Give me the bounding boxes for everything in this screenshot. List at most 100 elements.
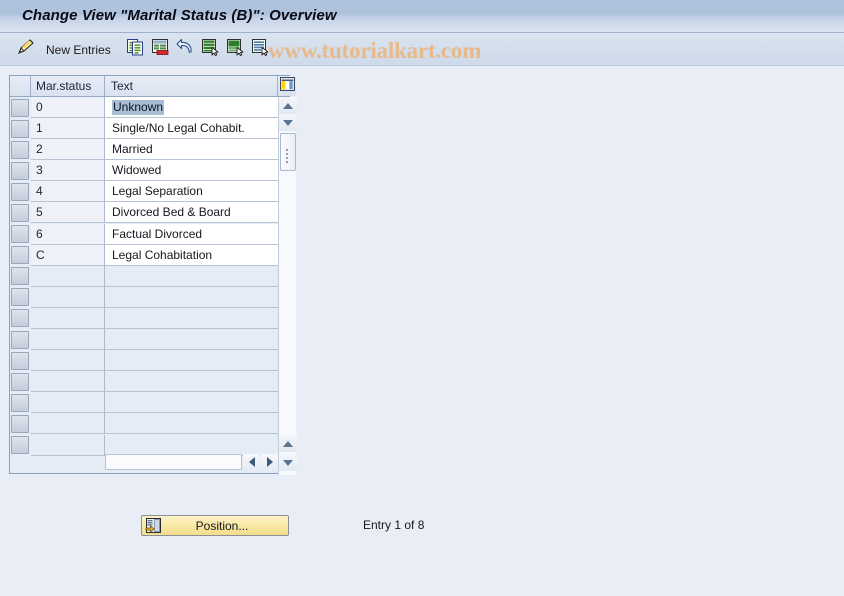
cell-text[interactable]: Legal Separation xyxy=(105,181,278,203)
row-selector-button[interactable] xyxy=(11,436,29,454)
cell-mar-status[interactable]: 6 xyxy=(31,223,105,245)
horizontal-scrollbar[interactable] xyxy=(105,452,278,472)
copy-as-button[interactable] xyxy=(126,33,145,66)
table-row-empty[interactable] xyxy=(10,265,278,287)
scroll-page-up-button[interactable] xyxy=(279,435,297,452)
scroll-left-button[interactable] xyxy=(243,453,260,471)
select-all-icon xyxy=(201,38,220,61)
cell-text-empty[interactable] xyxy=(105,286,278,308)
window-title: Change View "Marital Status (B)": Overvi… xyxy=(22,7,337,24)
table-row-empty[interactable] xyxy=(10,329,278,351)
row-selector-button[interactable] xyxy=(11,288,29,307)
watermark-text: www.tutorialkart.com xyxy=(268,38,482,63)
undo-button[interactable] xyxy=(176,33,195,66)
table-row[interactable]: 5 Divorced Bed & Board xyxy=(10,202,278,224)
vertical-scrollbar[interactable] xyxy=(278,97,297,475)
table-body: 0 Unknown 1 Single/No Legal Cohabit. 2 Marrie… xyxy=(10,97,278,456)
cell-text-empty[interactable] xyxy=(105,392,278,414)
row-selector-button[interactable] xyxy=(11,330,29,349)
cell-mar-status[interactable]: 1 xyxy=(31,118,105,140)
row-selector-button[interactable] xyxy=(11,140,29,159)
scrollbar-thumb[interactable] xyxy=(280,133,296,171)
column-header-text[interactable]: Text xyxy=(105,76,278,96)
cell-mar-status[interactable]: C xyxy=(31,244,105,266)
table-row[interactable]: 0 Unknown xyxy=(10,97,278,118)
cell-mar-status-empty[interactable] xyxy=(31,434,105,456)
entry-counter: Entry 1 of 8 xyxy=(363,518,425,532)
cell-mar-status-empty[interactable] xyxy=(31,329,105,351)
scroll-page-down-button[interactable] xyxy=(279,114,297,131)
cell-text-empty[interactable] xyxy=(105,413,278,435)
cell-text-empty[interactable] xyxy=(105,371,278,393)
cell-mar-status-empty[interactable] xyxy=(31,392,105,414)
horizontal-scrollbar-track[interactable] xyxy=(105,454,242,470)
position-button-label: Position... xyxy=(195,518,249,533)
table-row[interactable]: 4 Legal Separation xyxy=(10,181,278,203)
scrollbar-grip-icon xyxy=(285,148,291,163)
row-selector-button[interactable] xyxy=(11,372,29,391)
scroll-down-arrow-icon-bottom xyxy=(283,459,293,466)
cell-text-value: Unknown xyxy=(112,99,165,115)
table-row-empty[interactable] xyxy=(10,307,278,329)
cell-text[interactable]: Widowed xyxy=(105,160,278,182)
row-selector-button[interactable] xyxy=(11,182,29,201)
table-row-empty[interactable] xyxy=(10,392,278,414)
cell-mar-status[interactable]: 0 xyxy=(31,97,105,118)
row-selector-button[interactable] xyxy=(11,309,29,328)
row-selector-button[interactable] xyxy=(11,203,29,222)
table-row[interactable]: 3 Widowed xyxy=(10,160,278,182)
table-settings-button[interactable] xyxy=(278,76,296,96)
position-button[interactable]: Position... xyxy=(141,515,289,536)
cell-text[interactable]: Factual Divorced xyxy=(105,223,278,245)
cell-mar-status[interactable]: 2 xyxy=(31,139,105,161)
row-selector-button[interactable] xyxy=(11,119,29,138)
deselect-all-button[interactable] xyxy=(226,33,245,66)
cell-mar-status-empty[interactable] xyxy=(31,265,105,287)
cell-mar-status-empty[interactable] xyxy=(31,350,105,372)
column-header-mar-status[interactable]: Mar.status xyxy=(31,76,105,96)
cell-mar-status-empty[interactable] xyxy=(31,286,105,308)
scroll-up-button[interactable] xyxy=(279,97,297,114)
cell-text-empty[interactable] xyxy=(105,329,278,351)
row-selector-button[interactable] xyxy=(11,351,29,370)
scroll-right-button[interactable] xyxy=(261,453,278,471)
row-selector-button[interactable] xyxy=(11,225,29,244)
table-row[interactable]: 2 Married xyxy=(10,139,278,161)
row-selector-button[interactable] xyxy=(11,161,29,180)
scroll-down-button[interactable] xyxy=(279,454,297,471)
cell-text-empty[interactable] xyxy=(105,307,278,329)
cell-mar-status[interactable]: 3 xyxy=(31,160,105,182)
table-row-empty[interactable] xyxy=(10,371,278,393)
table-row-empty[interactable] xyxy=(10,413,278,435)
cell-text[interactable]: Married xyxy=(105,139,278,161)
title-bar: Change View "Marital Status (B)": Overvi… xyxy=(0,0,844,33)
cell-text-empty[interactable] xyxy=(105,265,278,287)
cell-mar-status[interactable]: 5 xyxy=(31,202,105,224)
cell-mar-status-empty[interactable] xyxy=(31,307,105,329)
cell-text[interactable]: Unknown xyxy=(105,97,278,118)
column-header-select-all[interactable] xyxy=(10,76,31,96)
delete-entry-button[interactable] xyxy=(151,33,170,66)
cell-text[interactable]: Single/No Legal Cohabit. xyxy=(105,118,278,140)
select-all-button[interactable] xyxy=(201,33,220,66)
edit-pencil-button[interactable] xyxy=(16,33,36,66)
cell-mar-status[interactable]: 4 xyxy=(31,181,105,203)
table-row[interactable]: 6 Factual Divorced xyxy=(10,223,278,245)
new-entries-label: New Entries xyxy=(46,42,111,57)
row-selector-button[interactable] xyxy=(11,393,29,412)
cell-mar-status-empty[interactable] xyxy=(31,371,105,393)
table-row[interactable]: 1 Single/No Legal Cohabit. xyxy=(10,118,278,140)
cell-mar-status-empty[interactable] xyxy=(31,413,105,435)
table-row-empty[interactable] xyxy=(10,286,278,308)
cell-text[interactable]: Legal Cohabitation xyxy=(105,244,278,266)
row-selector-button[interactable] xyxy=(11,246,29,265)
cell-text-empty[interactable] xyxy=(105,350,278,372)
row-selector-button[interactable] xyxy=(11,414,29,433)
cell-text[interactable]: Divorced Bed & Board xyxy=(105,202,278,224)
row-selector-button[interactable] xyxy=(11,98,29,117)
table-header-row: Mar.status Text xyxy=(10,76,296,97)
table-row[interactable]: C Legal Cohabitation xyxy=(10,244,278,266)
row-selector-button[interactable] xyxy=(11,267,29,286)
new-entries-button[interactable]: New Entries xyxy=(46,33,111,66)
table-row-empty[interactable] xyxy=(10,350,278,372)
